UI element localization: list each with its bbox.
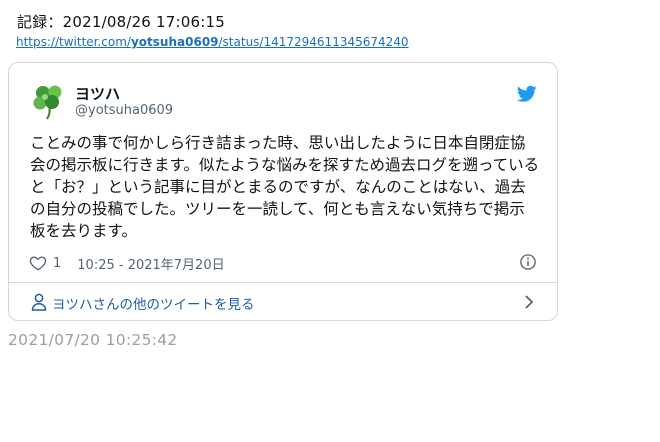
record-timestamp: 記録：2021/08/26 17:06:15	[17, 13, 225, 31]
tweet-posted-time[interactable]: 10:25 - 2021年7月20日	[77, 254, 224, 273]
like-count[interactable]: 1	[53, 256, 61, 271]
more-tweets-link[interactable]: ヨツハさんの他のツイートを見る	[9, 283, 557, 321]
heart-icon[interactable]	[29, 254, 47, 272]
tweet-handle[interactable]: @yotsuha0609	[75, 103, 173, 118]
post-timestamp: 2021/07/20 10:25:42	[8, 331, 178, 349]
embedded-tweet-card: ヨツハ @yotsuha0609 ことみの事で何かしら行き詰まった時、思い出した…	[8, 62, 558, 321]
source-link-user: yotsuha0609	[130, 35, 219, 49]
tweet-display-name[interactable]: ヨツハ	[75, 83, 120, 104]
tweet-text: ことみの事で何かしら行き詰まった時、思い出したように日本自閉症協会の掲示板に行き…	[30, 134, 540, 240]
source-link-prefix: https://twitter.com/	[16, 35, 131, 49]
source-tweet-link[interactable]: https://twitter.com/yotsuha0609/status/1…	[16, 35, 409, 49]
more-tweets-label: ヨツハさんの他のツイートを見る	[52, 297, 255, 313]
clover-avatar-icon	[29, 81, 69, 121]
chevron-right-icon	[525, 295, 534, 309]
tweet-meta: 1 10:25 - 2021年7月20日	[29, 252, 225, 274]
source-link-suffix: /status/1417294611345674240	[218, 35, 409, 49]
twitter-bird-icon[interactable]	[517, 85, 537, 103]
avatar[interactable]	[29, 81, 69, 121]
person-icon	[31, 293, 47, 311]
info-icon[interactable]	[519, 253, 537, 271]
